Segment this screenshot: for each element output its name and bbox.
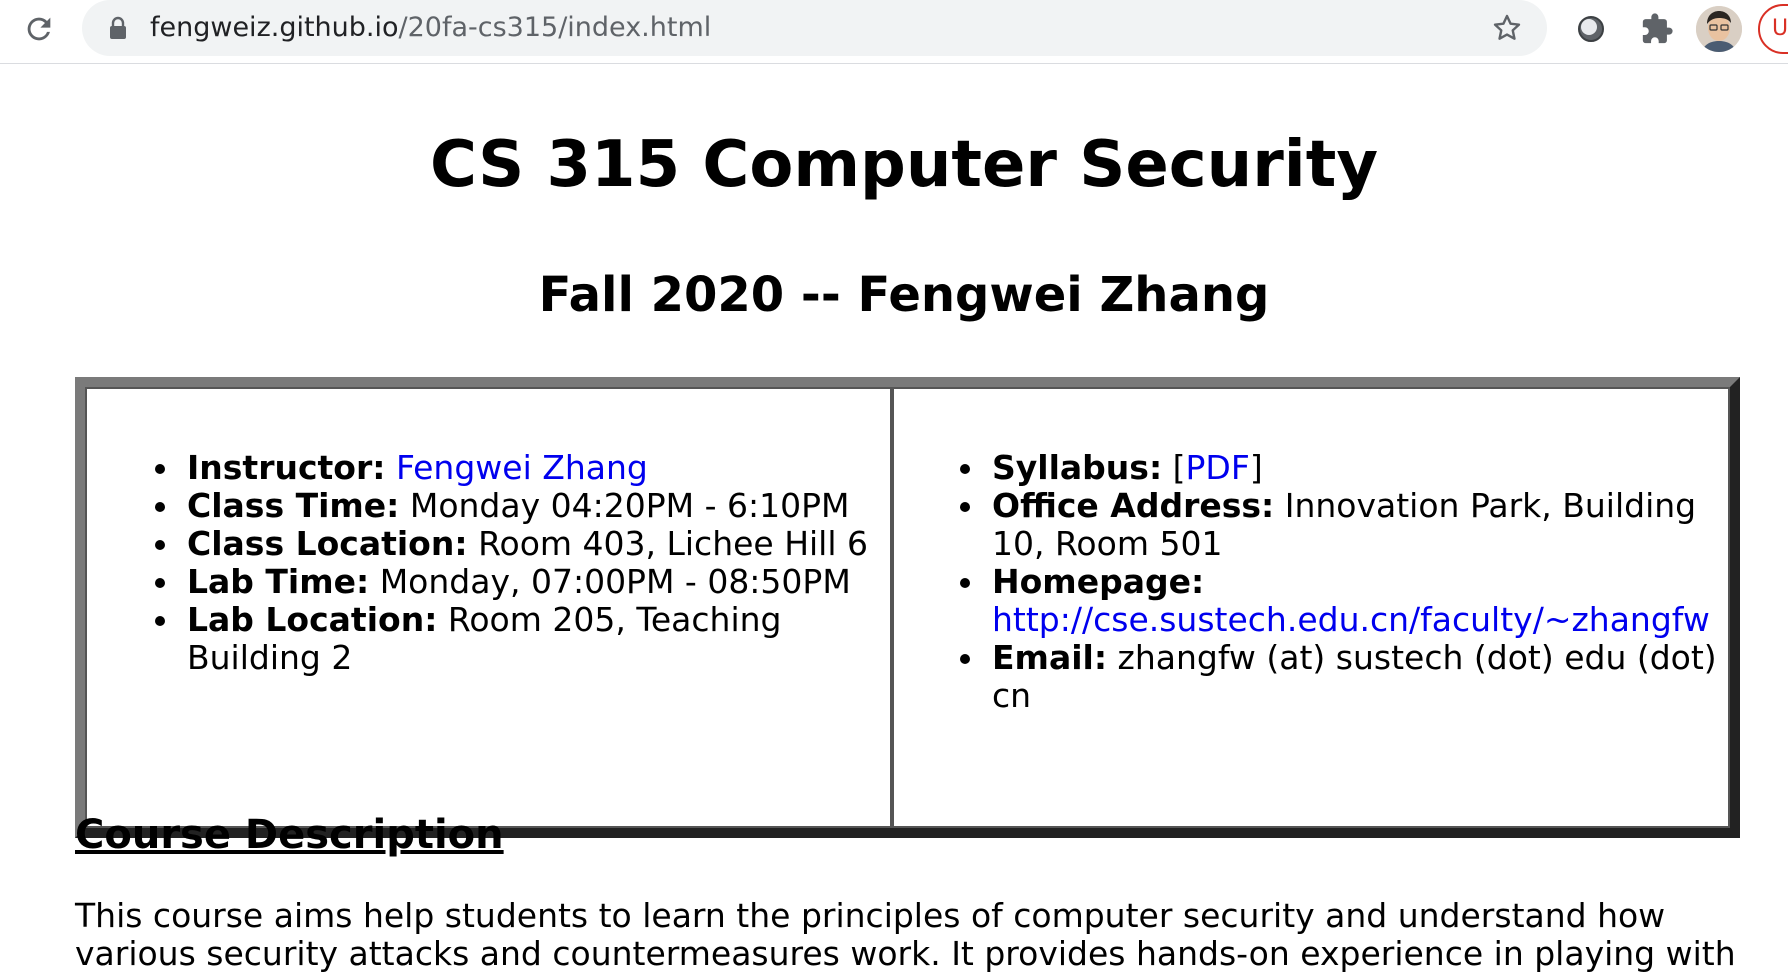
list-item-email: Email: zhangfw (at) sustech (dot) edu (d…	[960, 638, 1727, 715]
profile-avatar[interactable]	[1696, 6, 1742, 52]
syllabus-bracket-close: ]	[1249, 448, 1263, 487]
list-item-homepage: Homepage: http://cse.sustech.edu.cn/facu…	[960, 562, 1727, 639]
email-label: Email:	[992, 638, 1108, 677]
course-info-right-list: Syllabus: [PDF] Office Address: Innovati…	[960, 448, 1727, 715]
web-page: CS 315 Computer Security Fall 2020 -- Fe…	[0, 65, 1788, 978]
syllabus-label: Syllabus:	[992, 448, 1163, 487]
bookmark-star-icon[interactable]	[1491, 12, 1523, 44]
url-host: fengweiz.github.io	[150, 12, 399, 43]
class-time-value: Monday 04:20PM - 6:10PM	[409, 486, 850, 525]
address-bar[interactable]: fengweiz.github.io/20fa-cs315/index.html	[82, 0, 1547, 56]
lab-location-label: Lab Location:	[187, 600, 438, 639]
browser-toolbar: fengweiz.github.io/20fa-cs315/index.html…	[0, 0, 1788, 64]
office-address-label: Office Address:	[992, 486, 1275, 525]
lab-time-value: Monday, 07:00PM - 08:50PM	[379, 562, 851, 601]
instructor-label: Instructor:	[187, 448, 386, 487]
list-item-office-address: Office Address: Innovation Park, Buildin…	[960, 486, 1727, 563]
list-item-lab-time: Lab Time: Monday, 07:00PM - 08:50PM	[155, 562, 887, 601]
course-info-table: Instructor: Fengwei Zhang Class Time: Mo…	[75, 377, 1740, 838]
reload-icon[interactable]	[22, 12, 56, 46]
lock-icon[interactable]	[108, 16, 128, 40]
list-item-syllabus: Syllabus: [PDF]	[960, 448, 1727, 487]
lab-time-label: Lab Time:	[187, 562, 370, 601]
course-info-left-list: Instructor: Fengwei Zhang Class Time: Mo…	[155, 448, 887, 677]
homepage-link[interactable]: http://cse.sustech.edu.cn/faculty/~zhang…	[992, 600, 1710, 639]
homepage-label: Homepage:	[992, 562, 1205, 601]
course-info-right-cell: Syllabus: [PDF] Office Address: Innovati…	[892, 387, 1730, 828]
update-button[interactable]: U	[1758, 4, 1788, 54]
update-button-label: U	[1772, 16, 1788, 41]
class-location-label: Class Location:	[187, 524, 468, 563]
list-item-class-time: Class Time: Monday 04:20PM - 6:10PM	[155, 486, 887, 525]
url-path: /20fa-cs315/index.html	[398, 12, 712, 43]
syllabus-bracket-open: [	[1172, 448, 1186, 487]
course-description-heading: Course Description	[75, 812, 504, 858]
extension-circle-icon[interactable]	[1574, 12, 1608, 46]
list-item-lab-location: Lab Location: Room 205, Teaching Buildin…	[155, 600, 887, 677]
course-description-text: This course aims help students to learn …	[75, 896, 1736, 973]
course-info-left-cell: Instructor: Fengwei Zhang Class Time: Mo…	[85, 387, 893, 828]
page-subtitle: Fall 2020 -- Fengwei Zhang	[538, 267, 1270, 323]
syllabus-pdf-link[interactable]: PDF	[1186, 448, 1250, 487]
page-title: CS 315 Computer Security	[429, 128, 1379, 202]
url-text[interactable]: fengweiz.github.io/20fa-cs315/index.html	[150, 12, 711, 44]
instructor-link[interactable]: Fengwei Zhang	[396, 448, 648, 487]
profile-photo-icon	[1696, 6, 1742, 52]
extensions-puzzle-icon[interactable]	[1640, 12, 1674, 46]
class-time-label: Class Time:	[187, 486, 400, 525]
list-item-instructor: Instructor: Fengwei Zhang	[155, 448, 887, 487]
list-item-class-location: Class Location: Room 403, Lichee Hill 6	[155, 524, 887, 563]
class-location-value: Room 403, Lichee Hill 6	[478, 524, 869, 563]
